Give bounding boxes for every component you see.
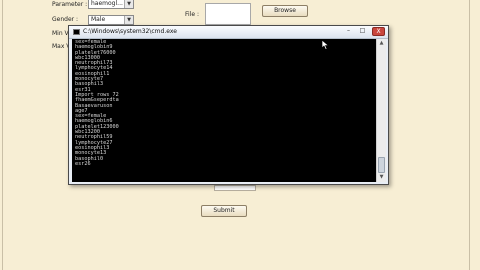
- parameter-label: Parameter :: [52, 1, 88, 8]
- left-border: [2, 0, 3, 270]
- scroll-up-icon[interactable]: ▲: [377, 39, 386, 48]
- close-button[interactable]: X: [372, 27, 385, 36]
- console-window[interactable]: C:\Windows\system32\cmd.exe – □ X sex=fe…: [68, 25, 389, 185]
- console-icon: [73, 29, 80, 35]
- console-title: C:\Windows\system32\cmd.exe: [83, 28, 177, 35]
- console-output[interactable]: sex=female haemoglobin9 platelet76000 wbc13…: [72, 39, 376, 182]
- console-lines: sex=female haemoglobin9 platelet76000 wbc13…: [72, 39, 376, 167]
- minimize-button[interactable]: –: [342, 27, 355, 36]
- file-path-field[interactable]: [205, 3, 251, 25]
- file-label: File :: [185, 11, 199, 18]
- chevron-down-icon[interactable]: ▼: [124, 16, 133, 24]
- mouse-pointer-icon: [322, 40, 329, 50]
- scroll-thumb[interactable]: [378, 157, 385, 173]
- gender-select-value: Male: [91, 16, 106, 23]
- right-border: [469, 0, 470, 270]
- parameter-select[interactable]: haemogl... ▼: [88, 0, 134, 9]
- chevron-down-icon[interactable]: ▼: [124, 0, 133, 8]
- text-field[interactable]: [214, 185, 256, 191]
- console-line: esr26: [75, 160, 91, 167]
- scroll-down-icon[interactable]: ▼: [377, 173, 386, 182]
- console-scrollbar[interactable]: ▲ ▼: [376, 39, 386, 182]
- parameter-select-value: haemogl...: [91, 0, 123, 7]
- console-title-bar[interactable]: C:\Windows\system32\cmd.exe – □ X: [69, 26, 388, 39]
- gender-label: Gender :: [52, 16, 79, 23]
- gender-select[interactable]: Male ▼: [88, 15, 134, 25]
- maximize-button[interactable]: □: [356, 27, 369, 36]
- submit-button[interactable]: Submit: [201, 205, 247, 217]
- browse-button[interactable]: Browse: [262, 5, 308, 17]
